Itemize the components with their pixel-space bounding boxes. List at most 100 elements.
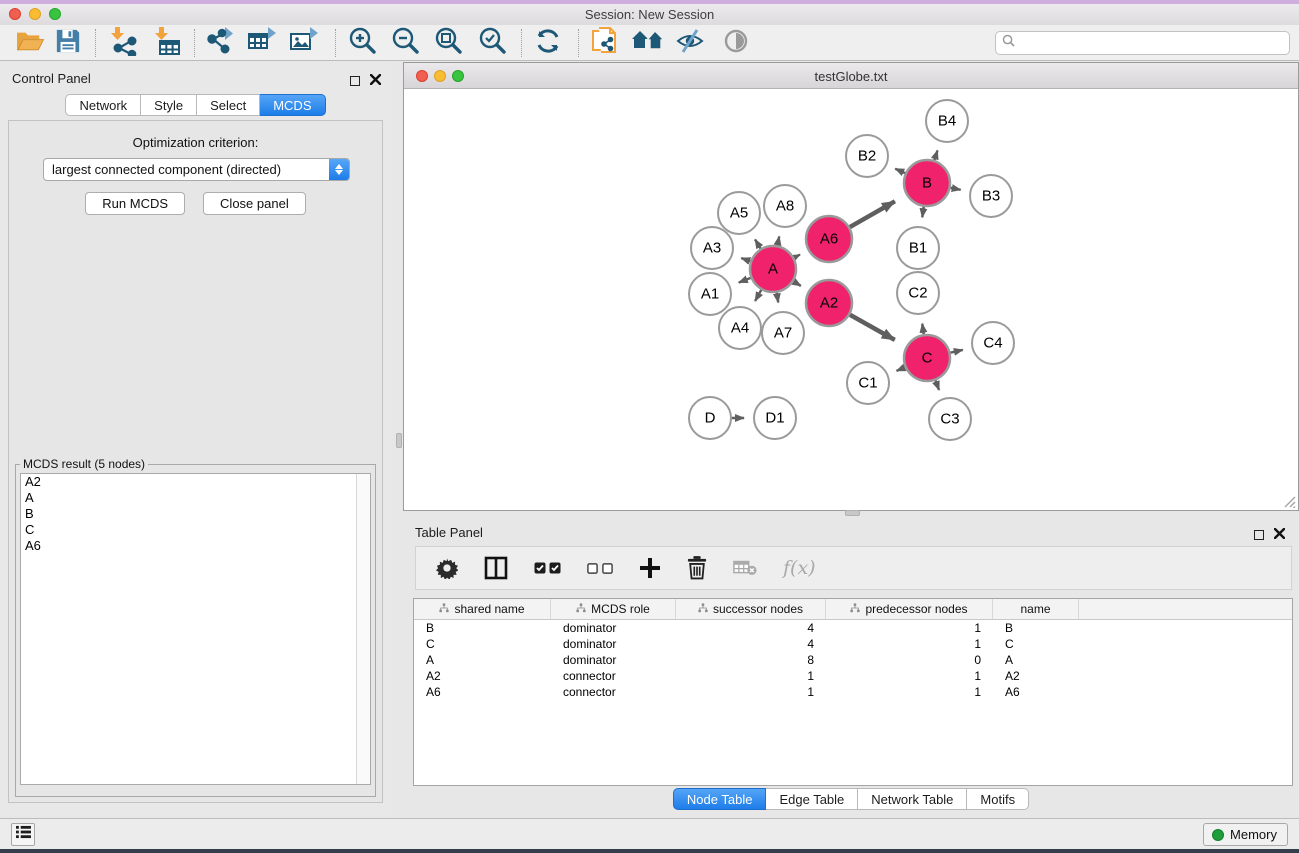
import-table-button[interactable] <box>146 27 186 59</box>
edge-A-A2[interactable] <box>794 281 801 285</box>
table-cell[interactable]: C <box>414 636 551 652</box>
table-row[interactable]: A2connector11A2 <box>414 668 1292 684</box>
apply-layout-button[interactable] <box>528 27 568 59</box>
home-button[interactable] <box>628 27 668 59</box>
table-cell[interactable]: C <box>993 636 1079 652</box>
table-row[interactable]: A6connector11A6 <box>414 684 1292 700</box>
edge-A-A8[interactable] <box>777 236 779 245</box>
table-cell[interactable]: 1 <box>826 684 993 700</box>
table-cell[interactable]: connector <box>551 684 676 700</box>
tab-motifs[interactable]: Motifs <box>967 788 1029 810</box>
edge-C-C4[interactable] <box>950 350 962 353</box>
table-cell[interactable]: dominator <box>551 652 676 668</box>
edge-B-B2[interactable] <box>895 169 905 173</box>
close-panel-icon[interactable] <box>1274 526 1285 544</box>
search-input[interactable] <box>1019 36 1283 50</box>
column-header-shared-name[interactable]: shared name <box>414 599 551 619</box>
table-row[interactable]: Bdominator41B <box>414 620 1292 636</box>
mcds-result-item[interactable]: C <box>21 522 370 538</box>
close-panel-button[interactable]: Close panel <box>203 192 306 215</box>
table-row[interactable]: Cdominator41C <box>414 636 1292 652</box>
export-table-button[interactable] <box>242 27 282 59</box>
table-cell[interactable]: 4 <box>676 636 826 652</box>
mcds-result-item[interactable]: B <box>21 506 370 522</box>
add-column-icon[interactable] <box>639 553 661 583</box>
table-cell[interactable]: A <box>414 652 551 668</box>
mcds-result-item[interactable]: A <box>21 490 370 506</box>
edge-C-C2[interactable] <box>922 324 923 335</box>
edge-A-A3[interactable] <box>741 258 750 261</box>
edge-B-B3[interactable] <box>951 188 961 190</box>
vertical-splitter-handle[interactable] <box>396 433 402 448</box>
column-header-successor-nodes[interactable]: successor nodes <box>676 599 826 619</box>
table-cell[interactable]: 0 <box>826 652 993 668</box>
hide-graphics-details-button[interactable] <box>670 27 710 59</box>
gear-icon[interactable] <box>436 553 458 583</box>
table-cell[interactable]: dominator <box>551 620 676 636</box>
table-cell[interactable]: 4 <box>676 620 826 636</box>
tab-style[interactable]: Style <box>141 94 197 116</box>
scrollbar-track[interactable] <box>356 474 370 784</box>
network-canvas[interactable]: B4B2BB3A5A8A6B1A3AA1C2A2A4A7CC4C1C3DD1 <box>404 89 1298 510</box>
table-row[interactable]: Adominator80A <box>414 652 1292 668</box>
zoom-out-button[interactable] <box>385 27 425 59</box>
table-cell[interactable]: A <box>993 652 1079 668</box>
edge-A-A4[interactable] <box>755 290 761 301</box>
edge-A6-B[interactable] <box>850 201 895 227</box>
zoom-in-button[interactable] <box>342 27 382 59</box>
resize-grip[interactable] <box>1282 494 1296 508</box>
delete-table-icon[interactable] <box>733 553 757 583</box>
edge-C-C3[interactable] <box>935 380 939 390</box>
column-view-icon[interactable] <box>484 553 508 583</box>
tab-mcds[interactable]: MCDS <box>260 94 325 116</box>
tab-network-table[interactable]: Network Table <box>858 788 967 810</box>
column-header-MCDS-role[interactable]: MCDS role <box>551 599 676 619</box>
table-cell[interactable]: 1 <box>676 684 826 700</box>
mcds-result-item[interactable]: A6 <box>21 538 370 554</box>
horizontal-splitter-handle[interactable] <box>845 510 860 516</box>
duplicate-network-button[interactable] <box>585 27 625 59</box>
export-network-button[interactable] <box>200 27 240 59</box>
table-cell[interactable]: 1 <box>826 620 993 636</box>
edge-A2-C[interactable] <box>850 315 895 340</box>
mcds-result-list[interactable]: A2ABCA6 <box>20 473 371 785</box>
criterion-select[interactable]: largest connected component (directed) <box>43 158 350 181</box>
table-cell[interactable]: A2 <box>993 668 1079 684</box>
export-image-button[interactable] <box>284 27 324 59</box>
edge-B-B1[interactable] <box>922 207 923 218</box>
close-panel-icon[interactable] <box>370 72 381 90</box>
zoom-fit-button[interactable] <box>428 27 468 59</box>
tab-edge-table[interactable]: Edge Table <box>766 788 858 810</box>
save-session-button[interactable] <box>48 27 88 59</box>
function-builder-icon[interactable]: f(x) <box>783 553 816 583</box>
table-cell[interactable]: 1 <box>826 636 993 652</box>
edge-A-A1[interactable] <box>739 278 751 283</box>
table-cell[interactable]: B <box>414 620 551 636</box>
float-panel-icon[interactable] <box>350 76 360 86</box>
open-session-button[interactable] <box>10 27 50 59</box>
edge-A-A5[interactable] <box>755 239 760 248</box>
column-header-predecessor-nodes[interactable]: predecessor nodes <box>826 599 993 619</box>
table-cell[interactable]: B <box>993 620 1079 636</box>
tab-select[interactable]: Select <box>197 94 260 116</box>
edge-A-A6[interactable] <box>794 255 800 258</box>
table-cell[interactable]: A6 <box>993 684 1079 700</box>
table-cell[interactable]: A2 <box>414 668 551 684</box>
table-cell[interactable]: 1 <box>826 668 993 684</box>
network-window-titlebar[interactable]: testGlobe.txt <box>404 63 1298 89</box>
edge-B-B4[interactable] <box>934 151 937 161</box>
delete-column-icon[interactable] <box>687 553 707 583</box>
deselect-all-icon[interactable] <box>587 553 613 583</box>
edge-A-A7[interactable] <box>777 293 779 303</box>
table-cell[interactable]: 8 <box>676 652 826 668</box>
run-mcds-button[interactable]: Run MCDS <box>85 192 185 215</box>
mcds-result-item[interactable]: A2 <box>21 474 370 490</box>
show-graphics-details-button[interactable] <box>716 27 756 59</box>
table-cell[interactable]: 1 <box>676 668 826 684</box>
memory-button[interactable]: Memory <box>1203 823 1288 846</box>
task-history-button[interactable] <box>11 823 35 846</box>
search-field[interactable] <box>995 31 1290 55</box>
select-all-icon[interactable] <box>534 553 561 583</box>
network-graph[interactable]: B4B2BB3A5A8A6B1A3AA1C2A2A4A7CC4C1C3DD1 <box>404 89 1298 510</box>
zoom-selected-button[interactable] <box>472 27 512 59</box>
